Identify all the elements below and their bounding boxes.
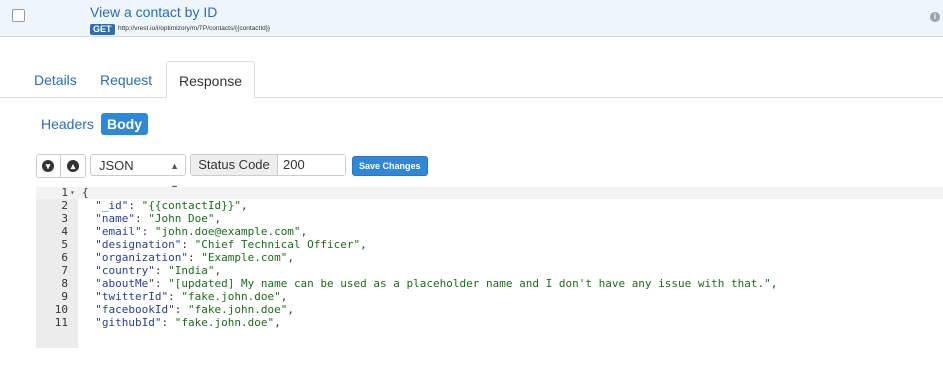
line-number: 3 [61,212,68,225]
request-url: http://vrest.io/i/optimizory/m/TP/contac… [118,25,271,32]
line-number: 6 [61,251,68,264]
arrow-up-circle-icon[interactable]: ▴ [67,160,79,172]
tab-headers[interactable]: Headers [35,113,100,135]
code-text: "facebookId": "fake.john.doe", [95,303,294,316]
code-line: 7 "country": "India", [36,265,943,277]
info-icon[interactable]: i [930,12,940,22]
code-line: 5 "designation": "Chief Technical Office… [36,239,943,251]
status-code-label: Status Code [191,155,278,175]
request-title[interactable]: View a contact by ID [90,4,217,20]
code-line: 8 "aboutMe": "[updated] My name can be u… [36,278,943,290]
tab-response[interactable]: Response [166,61,256,99]
line-number: 9 [61,290,68,303]
code-text: "aboutMe": "[updated] My name can be use… [95,277,778,290]
response-body-editor[interactable]: 1 ▾{2 "_id": "{{contactId}}", 3 "name": "J… [36,187,943,348]
line-number: 10 [54,303,68,316]
code-text: "designation": "Chief Technical Officer"… [95,238,367,251]
code-line: 9 "twitterId": "fake.john.doe", [36,291,943,303]
code-text: "name": "John Doe", [95,212,222,225]
arrow-down-circle-icon[interactable]: ▾ [42,160,54,172]
line-number: 5 [61,238,68,251]
line-number: 8 [61,277,68,290]
code-text: { [82,187,89,199]
status-code-group: Status Code [190,154,346,176]
code-line: 11 "githubId": "fake.john.doe", [36,317,943,329]
code-text: "country": "India", [95,264,222,277]
code-text: "email": "john.doe@example.com", [95,225,308,238]
code-line: 3 "name": "John Doe", [36,213,943,225]
code-line: 6 "organization": "Example.com", [36,252,943,264]
code-line: 1 ▾ { [36,187,943,199]
format-select-value: JSON [99,158,134,173]
line-number: 2 [61,199,68,212]
line-number: 7 [61,264,68,277]
fold-arrow-icon[interactable]: ▾ [70,187,75,199]
save-changes-button[interactable]: Save Changes [352,156,428,176]
code-line: 4 "email": "john.doe@example.com", [36,226,943,238]
line-number: 1 [61,187,68,199]
code-text: "_id": "{{contactId}}", [95,199,248,212]
line-number: 11 [54,316,68,329]
tab-body[interactable]: Body [101,113,148,135]
code-line: 10 "facebookId": "fake.john.doe", [36,304,943,316]
line-number: 4 [61,225,68,238]
code-text: "twitterId": "fake.john.doe", [95,290,288,303]
code-text: "organization": "Example.com", [95,251,294,264]
code-text: "githubId": "fake.john.doe", [95,316,281,329]
request-header: View a contact by ID GET http://vrest.io… [0,0,943,37]
body-toolbar: ▾ ▴ JSON ▲▼ Status Code Save Changes [0,154,943,193]
format-select[interactable]: JSON ▲▼ [90,154,186,193]
main-tabs: Details Request Response [0,61,943,99]
code-line: 2 "_id": "{{contactId}}", [36,200,943,212]
request-checkbox[interactable] [12,9,25,22]
tab-request[interactable]: Request [88,61,164,96]
method-badge: GET [90,24,115,35]
status-code-input[interactable] [278,155,345,175]
tab-details[interactable]: Details [22,61,89,96]
expand-collapse-group: ▾ ▴ [36,154,86,178]
